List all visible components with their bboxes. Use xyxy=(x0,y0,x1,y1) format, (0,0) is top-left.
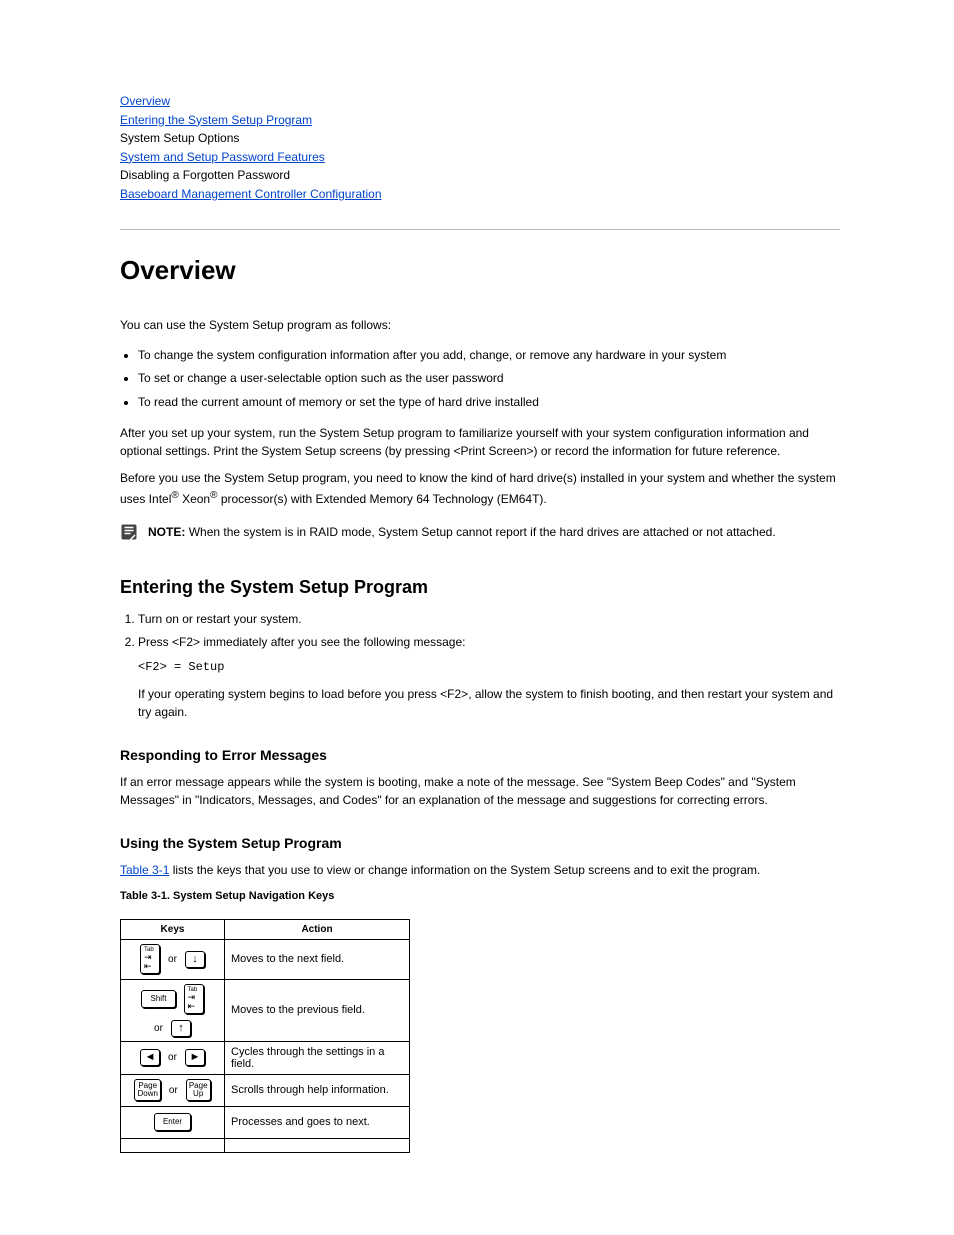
action-cell: Cycles through the settings in a field. xyxy=(225,1041,410,1074)
action-cell: Moves to the previous field. xyxy=(225,979,410,1041)
feature-list: To change the system configuration infor… xyxy=(120,346,840,412)
action-cell xyxy=(225,1138,410,1152)
toc-text-options: System Setup Options xyxy=(120,131,239,145)
note-text: When the system is in RAID mode, System … xyxy=(189,525,776,539)
table-row: Enter Processes and goes to next. xyxy=(121,1106,410,1138)
key-shift: Shift xyxy=(141,990,175,1008)
key-page-down: PageDown xyxy=(134,1079,160,1101)
table-link[interactable]: Table 3-1 xyxy=(120,863,169,877)
error-paragraph: If an error message appears while the sy… xyxy=(120,773,840,810)
key-down-arrow: ↓ xyxy=(185,951,205,968)
using-paragraph: Table 3-1 lists the keys that you use to… xyxy=(120,861,840,880)
heading-using: Using the System Setup Program xyxy=(120,835,840,851)
intro-paragraph: You can use the System Setup program as … xyxy=(120,316,840,335)
section-title-overview: Overview xyxy=(120,255,840,286)
nav-keys-table: Keys Action Tab ⇥⇤ or ↓ Moves to th xyxy=(120,919,410,1153)
toc-link-entering[interactable]: Entering the System Setup Program xyxy=(120,113,312,127)
code-line: <F2> = Setup xyxy=(138,658,840,677)
toc-link-password[interactable]: System and Setup Password Features xyxy=(120,150,325,164)
feature-item: To change the system configuration infor… xyxy=(138,346,840,365)
key-tab: Tab ⇥⇤ xyxy=(184,984,204,1014)
or-text: or xyxy=(154,1023,163,1034)
table-caption: Table 3-1. System Setup Navigation Keys xyxy=(120,888,840,905)
table-row: PageDown or PageUp Scrolls through help … xyxy=(121,1074,410,1106)
table-row: Tab ⇥⇤ or ↓ Moves to the next field. xyxy=(121,939,410,979)
page: Overview Entering the System Setup Progr… xyxy=(0,0,954,1213)
post-list-paragraph-1: After you set up your system, run the Sy… xyxy=(120,424,840,461)
toc-text-disable-pw: Disabling a Forgotten Password xyxy=(120,168,290,182)
note-label: NOTE: xyxy=(148,525,185,539)
step-item: Turn on or restart your system. xyxy=(138,610,840,629)
action-cell: Moves to the next field. xyxy=(225,939,410,979)
col-header-keys: Keys xyxy=(121,919,225,939)
post-list-paragraph-2: Before you use the System Setup program,… xyxy=(120,469,840,508)
or-text: or xyxy=(168,1052,177,1063)
reg-mark: ® xyxy=(171,490,178,501)
action-cell: Scrolls through help information. xyxy=(225,1074,410,1106)
heading-entering: Entering the System Setup Program xyxy=(120,577,840,598)
action-cell: Processes and goes to next. xyxy=(225,1106,410,1138)
step-after: If your operating system begins to load … xyxy=(138,685,840,722)
entering-steps: Turn on or restart your system. Press <F… xyxy=(120,610,840,722)
heading-error: Responding to Error Messages xyxy=(120,747,840,763)
key-left-arrow: ◄ xyxy=(140,1049,160,1066)
note-block: NOTE: When the system is in RAID mode, S… xyxy=(120,523,840,547)
feature-item: To read the current amount of memory or … xyxy=(138,393,840,412)
toc-link-overview[interactable]: Overview xyxy=(120,94,170,108)
key-enter: Enter xyxy=(154,1113,191,1131)
or-text: or xyxy=(169,1085,178,1096)
table-row: Shift Tab ⇥⇤ or ↑ Moves to the previous … xyxy=(121,979,410,1041)
note-icon xyxy=(120,523,138,547)
toc-link-bmc[interactable]: Baseboard Management Controller Configur… xyxy=(120,187,382,201)
key-up-arrow: ↑ xyxy=(171,1020,191,1037)
divider xyxy=(120,229,840,230)
feature-item: To set or change a user-selectable optio… xyxy=(138,369,840,388)
key-tab: Tab ⇥⇤ xyxy=(140,944,160,974)
or-text: or xyxy=(168,954,177,965)
key-page-up: PageUp xyxy=(186,1079,211,1101)
step-item: Press <F2> immediately after you see the… xyxy=(138,633,840,722)
col-header-action: Action xyxy=(225,919,410,939)
table-row: ◄ or ► Cycles through the settings in a … xyxy=(121,1041,410,1074)
table-row xyxy=(121,1138,410,1152)
toc: Overview Entering the System Setup Progr… xyxy=(120,92,840,204)
key-right-arrow: ► xyxy=(185,1049,205,1066)
